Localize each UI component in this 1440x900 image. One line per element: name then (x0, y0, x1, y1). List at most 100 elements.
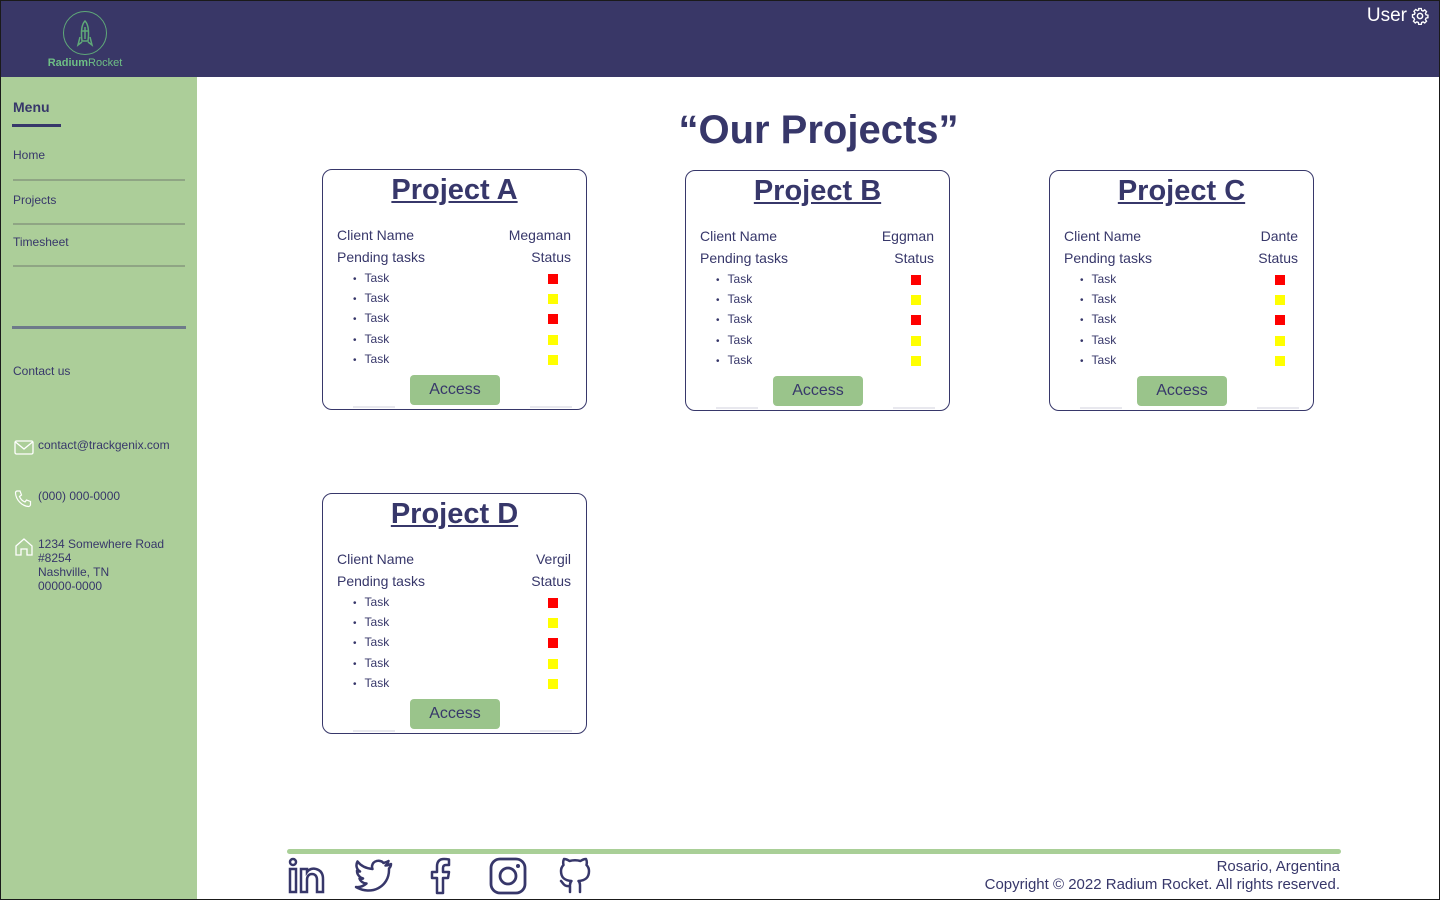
footer-text: Rosario, Argentina Copyright © 2022 Radi… (985, 858, 1340, 894)
radium-rocket-logo[interactable]: RadiumRocket (45, 9, 125, 71)
client-row: Client Name Dante (1064, 228, 1298, 244)
task-item: Task (353, 595, 390, 609)
client-label: Client Name (1064, 228, 1142, 244)
task-item: Task (353, 332, 390, 346)
footer-location: Rosario, Argentina (1216, 858, 1340, 875)
project-card-b: Project B Client Name Eggman Pending tas… (685, 170, 950, 411)
top-header: RadiumRocket User (1, 1, 1439, 77)
client-row: Client Name Eggman (700, 228, 934, 244)
email-text: contact@trackgenix.com (38, 438, 170, 452)
status-indicator (1275, 275, 1285, 285)
contact-address: 1234 Somewhere Road #8254 Nashville, TN … (13, 537, 164, 593)
project-title[interactable]: Project B (686, 175, 949, 208)
status-label: Status (531, 573, 571, 589)
gear-icon[interactable] (1411, 7, 1429, 25)
phone-icon (14, 490, 32, 508)
status-indicator (911, 295, 921, 306)
twitter-icon[interactable] (354, 856, 394, 896)
contact-phone[interactable]: (000) 000-0000 (13, 489, 120, 509)
project-title[interactable]: Project A (323, 174, 586, 207)
user-menu[interactable]: User (1367, 5, 1429, 27)
pending-tasks-label: Pending tasks (337, 573, 425, 589)
status-indicator (911, 335, 921, 346)
access-button[interactable]: Access (773, 376, 863, 406)
facebook-icon[interactable] (421, 856, 461, 896)
mail-icon (14, 440, 34, 455)
status-indicator (548, 354, 558, 365)
task-item: Task (1080, 272, 1117, 286)
pending-tasks-label: Pending tasks (700, 250, 788, 266)
status-indicator (548, 618, 558, 629)
footer-copyright: Copyright © 2022 Radium Rocket. All righ… (984, 876, 1340, 893)
project-card-c: Project C Client Name Dante Pending task… (1049, 170, 1314, 411)
status-label: Status (894, 250, 934, 266)
task-item: Task (1080, 312, 1117, 326)
status-indicator (548, 638, 558, 649)
linkedin-icon[interactable] (287, 856, 327, 896)
card-decoration (716, 407, 758, 409)
sidebar-item-projects[interactable]: Projects (13, 193, 185, 207)
address-text: 1234 Somewhere Road #8254 Nashville, TN … (38, 537, 164, 593)
client-label: Client Name (337, 227, 415, 243)
status-indicator (911, 315, 921, 326)
social-links (287, 856, 622, 896)
github-icon[interactable] (555, 856, 595, 896)
project-title[interactable]: Project C (1050, 175, 1313, 208)
task-item: Task (353, 291, 390, 305)
user-label: User (1366, 5, 1407, 26)
access-button[interactable]: Access (410, 375, 500, 405)
home-icon (15, 538, 33, 556)
address-line: 1234 Somewhere Road (38, 537, 165, 551)
tasks-header-row: Pending tasks Status (337, 249, 571, 265)
card-decoration (893, 407, 935, 409)
footer-divider (287, 849, 1341, 854)
menu-title: Menu (13, 99, 50, 115)
tasks-header-row: Pending tasks Status (700, 250, 934, 266)
phone-text: (000) 000-0000 (38, 489, 121, 503)
client-name: Vergil (535, 551, 571, 567)
page-title: “Our Projects” (678, 108, 959, 152)
status-label: Status (1258, 250, 1298, 266)
status-indicator (1275, 335, 1285, 346)
status-indicator (548, 294, 558, 305)
client-name: Dante (1260, 228, 1298, 244)
card-decoration (530, 730, 572, 732)
project-title[interactable]: Project D (323, 498, 586, 531)
task-item: Task (353, 271, 390, 285)
task-item: Task (716, 333, 753, 347)
status-indicator (548, 658, 558, 669)
section-divider (12, 326, 186, 329)
sidebar-item-timesheet[interactable]: Timesheet (13, 235, 185, 249)
status-indicator (1275, 295, 1285, 306)
status-label: Status (531, 249, 571, 265)
client-name: Megaman (508, 227, 571, 243)
task-item: Task (716, 353, 753, 367)
status-indicator (911, 275, 921, 285)
instagram-icon[interactable] (488, 856, 528, 896)
task-item: Task (353, 676, 390, 690)
logo-text: RadiumRocket (47, 57, 123, 69)
task-item: Task (1080, 333, 1117, 347)
card-decoration (353, 730, 395, 732)
status-indicator (548, 334, 558, 345)
status-indicator (911, 355, 921, 366)
pending-tasks-label: Pending tasks (1064, 250, 1152, 266)
task-item: Task (716, 292, 753, 306)
task-item: Task (353, 352, 390, 366)
divider (13, 223, 185, 225)
tasks-header-row: Pending tasks Status (337, 573, 571, 589)
access-button[interactable]: Access (1137, 376, 1227, 406)
card-decoration (530, 406, 572, 408)
access-button[interactable]: Access (410, 699, 500, 729)
address-line: Nashville, TN (38, 565, 110, 579)
task-item: Task (353, 656, 390, 670)
card-decoration (1080, 407, 1122, 409)
sidebar-item-home[interactable]: Home (13, 148, 185, 162)
status-indicator (1275, 355, 1285, 366)
address-line: 00000-0000 (38, 579, 103, 593)
contact-email[interactable]: contact@trackgenix.com (13, 438, 170, 458)
status-indicator (1275, 315, 1285, 326)
project-card-a: Project A Client Name Megaman Pending ta… (322, 169, 587, 410)
client-name: Eggman (881, 228, 934, 244)
status-indicator (548, 678, 558, 689)
